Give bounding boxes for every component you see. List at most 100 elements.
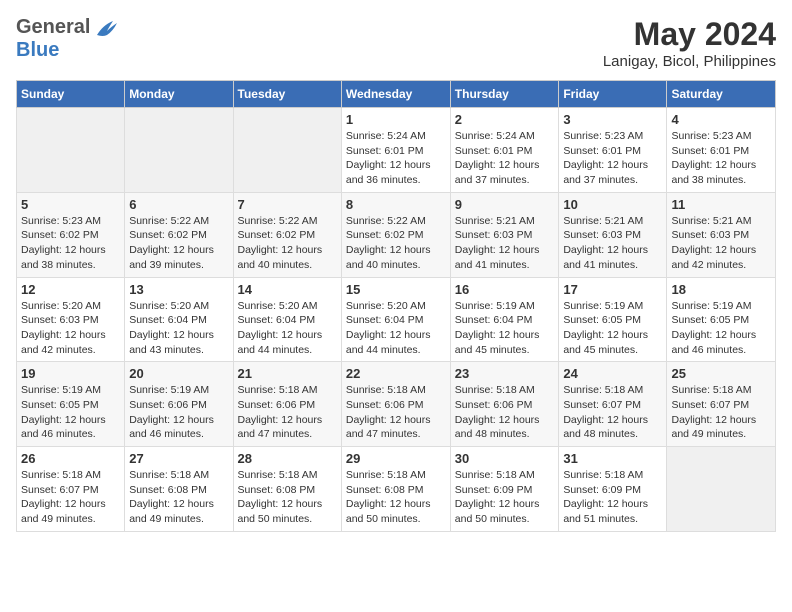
calendar-cell: 23 Sunrise: 5:18 AM Sunset: 6:06 PM Dayli… — [450, 362, 559, 447]
calendar-cell: 11 Sunrise: 5:21 AM Sunset: 6:03 PM Dayli… — [667, 192, 776, 277]
day-header-saturday: Saturday — [667, 81, 776, 108]
calendar-cell: 27 Sunrise: 5:18 AM Sunset: 6:08 PM Dayli… — [125, 447, 233, 532]
calendar-cell: 16 Sunrise: 5:19 AM Sunset: 6:04 PM Dayli… — [450, 277, 559, 362]
day-number: 20 — [129, 366, 228, 381]
day-number: 27 — [129, 451, 228, 466]
calendar-cell: 6 Sunrise: 5:22 AM Sunset: 6:02 PM Daylig… — [125, 192, 233, 277]
calendar-cell: 7Sunrise: 5:22 AM Sunset: 6:02 PM Daylig… — [233, 192, 341, 277]
calendar-week-row: 19 Sunrise: 5:19 AM Sunset: 6:05 PM Dayli… — [17, 362, 776, 447]
title-area: May 2024 Lanigay, Bicol, Philippines — [603, 16, 776, 70]
day-info: Sunrise: 5:20 AM Sunset: 6:04 PM Dayligh… — [238, 299, 337, 358]
day-number: 21 — [238, 366, 337, 381]
day-number: 12 — [21, 282, 120, 297]
day-number: 8 — [346, 197, 446, 212]
calendar-cell: 10Sunrise: 5:21 AM Sunset: 6:03 PM Dayli… — [559, 192, 667, 277]
day-number: 4 — [671, 112, 771, 127]
day-header-thursday: Thursday — [450, 81, 559, 108]
day-info: Sunrise: 5:23 AM Sunset: 6:02 PM Dayligh… — [21, 214, 120, 273]
calendar-cell: 9 Sunrise: 5:21 AM Sunset: 6:03 PM Daylig… — [450, 192, 559, 277]
day-info: Sunrise: 5:20 AM Sunset: 6:04 PM Dayligh… — [129, 299, 228, 358]
calendar-table: SundayMondayTuesdayWednesdayThursdayFrid… — [16, 80, 776, 532]
day-info: Sunrise: 5:22 AM Sunset: 6:02 PM Dayligh… — [129, 214, 228, 273]
day-number: 16 — [455, 282, 555, 297]
day-info: Sunrise: 5:19 AM Sunset: 6:06 PM Dayligh… — [129, 383, 228, 442]
day-header-wednesday: Wednesday — [341, 81, 450, 108]
calendar-cell — [17, 108, 125, 193]
day-number: 26 — [21, 451, 120, 466]
day-info: Sunrise: 5:19 AM Sunset: 6:05 PM Dayligh… — [21, 383, 120, 442]
calendar-week-row: 12 Sunrise: 5:20 AM Sunset: 6:03 PM Dayli… — [17, 277, 776, 362]
calendar-cell: 1 Sunrise: 5:24 AM Sunset: 6:01 PM Daylig… — [341, 108, 450, 193]
day-info: Sunrise: 5:20 AM Sunset: 6:04 PM Dayligh… — [346, 299, 446, 358]
day-info: Sunrise: 5:24 AM Sunset: 6:01 PM Dayligh… — [346, 129, 446, 188]
day-info: Sunrise: 5:18 AM Sunset: 6:07 PM Dayligh… — [671, 383, 771, 442]
day-info: Sunrise: 5:24 AM Sunset: 6:01 PM Dayligh… — [455, 129, 555, 188]
day-number: 13 — [129, 282, 228, 297]
day-number: 17 — [563, 282, 662, 297]
day-number: 14 — [238, 282, 337, 297]
calendar-week-row: 5 Sunrise: 5:23 AM Sunset: 6:02 PM Daylig… — [17, 192, 776, 277]
day-info: Sunrise: 5:20 AM Sunset: 6:03 PM Dayligh… — [21, 299, 120, 358]
day-info: Sunrise: 5:18 AM Sunset: 6:06 PM Dayligh… — [455, 383, 555, 442]
day-info: Sunrise: 5:18 AM Sunset: 6:06 PM Dayligh… — [346, 383, 446, 442]
logo-blue-text: Blue — [16, 39, 59, 61]
day-number: 11 — [671, 197, 771, 212]
calendar-cell: 13 Sunrise: 5:20 AM Sunset: 6:04 PM Dayli… — [125, 277, 233, 362]
day-number: 24 — [563, 366, 662, 381]
calendar-cell — [667, 447, 776, 532]
day-number: 6 — [129, 197, 228, 212]
calendar-cell: 3 Sunrise: 5:23 AM Sunset: 6:01 PM Daylig… — [559, 108, 667, 193]
day-info: Sunrise: 5:18 AM Sunset: 6:07 PM Dayligh… — [563, 383, 662, 442]
day-header-sunday: Sunday — [17, 81, 125, 108]
calendar-cell: 20 Sunrise: 5:19 AM Sunset: 6:06 PM Dayli… — [125, 362, 233, 447]
day-number: 2 — [455, 112, 555, 127]
day-info: Sunrise: 5:22 AM Sunset: 6:02 PM Dayligh… — [346, 214, 446, 273]
day-number: 30 — [455, 451, 555, 466]
calendar-cell: 30 Sunrise: 5:18 AM Sunset: 6:09 PM Dayli… — [450, 447, 559, 532]
calendar-cell: 19 Sunrise: 5:19 AM Sunset: 6:05 PM Dayli… — [17, 362, 125, 447]
header: General Blue May 2024 Lanigay, Bicol, Ph… — [16, 16, 776, 70]
calendar-cell: 12 Sunrise: 5:20 AM Sunset: 6:03 PM Dayli… — [17, 277, 125, 362]
calendar-cell — [233, 108, 341, 193]
day-info: Sunrise: 5:18 AM Sunset: 6:09 PM Dayligh… — [455, 468, 555, 527]
day-number: 23 — [455, 366, 555, 381]
calendar-cell: 4 Sunrise: 5:23 AM Sunset: 6:01 PM Daylig… — [667, 108, 776, 193]
day-info: Sunrise: 5:23 AM Sunset: 6:01 PM Dayligh… — [563, 129, 662, 188]
day-info: Sunrise: 5:18 AM Sunset: 6:07 PM Dayligh… — [21, 468, 120, 527]
calendar-cell: 21 Sunrise: 5:18 AM Sunset: 6:06 PM Dayli… — [233, 362, 341, 447]
day-number: 31 — [563, 451, 662, 466]
calendar-week-row: 26 Sunrise: 5:18 AM Sunset: 6:07 PM Dayli… — [17, 447, 776, 532]
day-info: Sunrise: 5:23 AM Sunset: 6:01 PM Dayligh… — [671, 129, 771, 188]
calendar-cell: 14 Sunrise: 5:20 AM Sunset: 6:04 PM Dayli… — [233, 277, 341, 362]
day-info: Sunrise: 5:18 AM Sunset: 6:08 PM Dayligh… — [238, 468, 337, 527]
day-number: 3 — [563, 112, 662, 127]
day-number: 5 — [21, 197, 120, 212]
day-header-monday: Monday — [125, 81, 233, 108]
calendar-cell: 28 Sunrise: 5:18 AM Sunset: 6:08 PM Dayli… — [233, 447, 341, 532]
day-info: Sunrise: 5:19 AM Sunset: 6:05 PM Dayligh… — [671, 299, 771, 358]
day-number: 15 — [346, 282, 446, 297]
day-number: 1 — [346, 112, 446, 127]
day-info: Sunrise: 5:21 AM Sunset: 6:03 PM Dayligh… — [455, 214, 555, 273]
calendar-week-row: 1 Sunrise: 5:24 AM Sunset: 6:01 PM Daylig… — [17, 108, 776, 193]
day-info: Sunrise: 5:19 AM Sunset: 6:04 PM Dayligh… — [455, 299, 555, 358]
day-number: 28 — [238, 451, 337, 466]
calendar-cell: 31 Sunrise: 5:18 AM Sunset: 6:09 PM Dayli… — [559, 447, 667, 532]
day-number: 9 — [455, 197, 555, 212]
day-info: Sunrise: 5:18 AM Sunset: 6:08 PM Dayligh… — [129, 468, 228, 527]
day-number: 19 — [21, 366, 120, 381]
day-info: Sunrise: 5:19 AM Sunset: 6:05 PM Dayligh… — [563, 299, 662, 358]
day-number: 18 — [671, 282, 771, 297]
day-info: Sunrise: 5:18 AM Sunset: 6:06 PM Dayligh… — [238, 383, 337, 442]
day-number: 22 — [346, 366, 446, 381]
calendar-cell: 18 Sunrise: 5:19 AM Sunset: 6:05 PM Dayli… — [667, 277, 776, 362]
day-info: Sunrise: 5:18 AM Sunset: 6:09 PM Dayligh… — [563, 468, 662, 527]
calendar-cell: 8 Sunrise: 5:22 AM Sunset: 6:02 PM Daylig… — [341, 192, 450, 277]
calendar-cell: 2 Sunrise: 5:24 AM Sunset: 6:01 PM Daylig… — [450, 108, 559, 193]
day-info: Sunrise: 5:21 AM Sunset: 6:03 PM Dayligh… — [671, 214, 771, 273]
month-year-title: May 2024 — [603, 16, 776, 53]
day-info: Sunrise: 5:21 AM Sunset: 6:03 PM Dayligh… — [563, 214, 662, 273]
day-header-tuesday: Tuesday — [233, 81, 341, 108]
calendar-cell — [125, 108, 233, 193]
day-info: Sunrise: 5:22 AM Sunset: 6:02 PM Dayligh… — [238, 214, 337, 273]
